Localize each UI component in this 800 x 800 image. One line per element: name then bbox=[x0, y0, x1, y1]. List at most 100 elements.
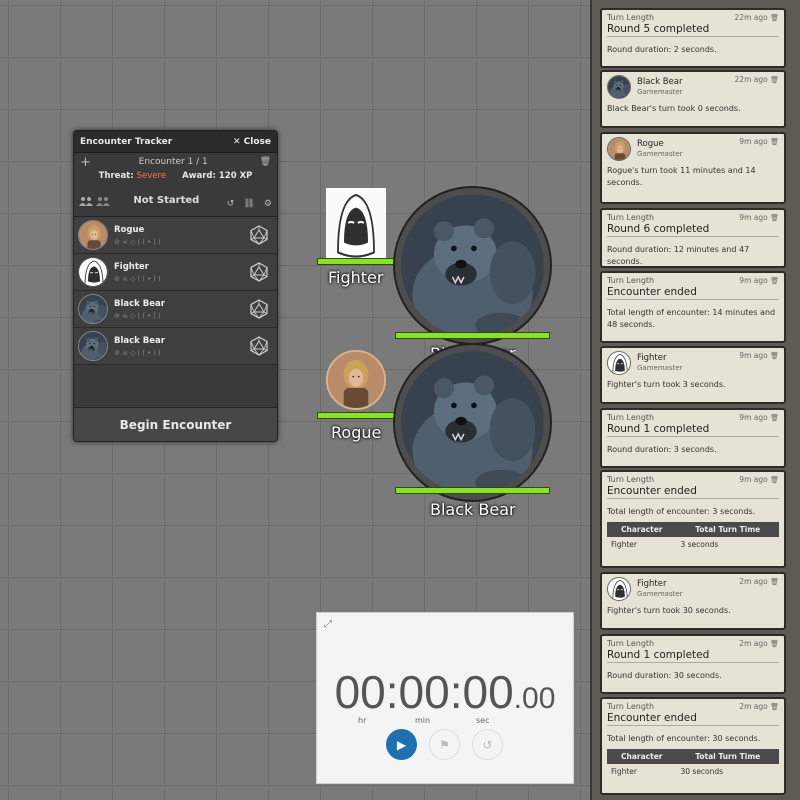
d20-icon[interactable] bbox=[249, 262, 269, 282]
trash-icon[interactable]: 🗑 bbox=[770, 14, 779, 22]
target-icon[interactable]: ◇ bbox=[130, 275, 137, 283]
message-heading: Turn Length bbox=[607, 13, 655, 22]
expand-icon[interactable]: ⤢ bbox=[324, 619, 332, 630]
trash-icon[interactable]: 🗑 bbox=[770, 476, 779, 484]
begin-encounter-button[interactable]: Begin Encounter bbox=[74, 407, 277, 441]
time-separator: : bbox=[385, 666, 399, 718]
table-row: Fighter 30 seconds bbox=[607, 764, 779, 779]
skull-icon[interactable]: ☠ bbox=[122, 238, 130, 246]
combatant-row-black-bear[interactable]: Black Bear ⊘☠◇((•)) bbox=[74, 328, 277, 365]
message-heading: Turn Length bbox=[607, 639, 655, 648]
link-icon[interactable]: ⛓ bbox=[243, 199, 254, 209]
combatant-toggles[interactable]: ⊘☠◇((•)) bbox=[114, 275, 163, 283]
trash-icon[interactable]: 🗑 bbox=[260, 157, 271, 167]
trash-icon[interactable]: 🗑 bbox=[770, 703, 779, 711]
chat-message: Turn Length 2m ago 🗑 Encounter ended Tota… bbox=[600, 697, 786, 795]
trash-icon[interactable]: 🗑 bbox=[770, 76, 779, 84]
table-header: Character bbox=[607, 522, 677, 537]
flag-button[interactable]: ⚑ bbox=[429, 729, 460, 760]
close-icon: ✕ bbox=[232, 136, 241, 147]
turn-time-table: Character Total Turn Time Fighter 3 second… bbox=[607, 522, 779, 552]
message-time: 2m ago bbox=[739, 639, 768, 648]
table-cell: 30 seconds bbox=[680, 767, 724, 776]
combatant-toggles[interactable]: ⊘☠◇((•)) bbox=[114, 312, 165, 320]
chat-message: Turn Length 22m ago 🗑 Round 5 completed R… bbox=[600, 8, 786, 68]
rogue-token-label: Rogue bbox=[331, 423, 382, 442]
table-header: Total Turn Time bbox=[676, 522, 779, 537]
combatant-row-rogue[interactable]: Rogue ⊘☠◇((•)) bbox=[74, 217, 277, 254]
party-icon[interactable] bbox=[79, 196, 110, 206]
message-time: 2m ago bbox=[739, 702, 768, 711]
fighter-token[interactable] bbox=[326, 188, 386, 258]
combatant-row-black-bear[interactable]: Black Bear ⊘☠◇((•)) bbox=[74, 291, 277, 328]
sound-icon[interactable]: ((•)) bbox=[138, 349, 163, 357]
sound-icon[interactable]: ((•)) bbox=[138, 312, 163, 320]
message-body: Total length of encounter: 3 seconds. bbox=[607, 507, 756, 516]
d20-icon[interactable] bbox=[249, 299, 269, 319]
chat-message: Fighter Gamemaster 2m ago 🗑 Fighter's tur… bbox=[600, 572, 786, 630]
tracker-titlebar[interactable]: Encounter Tracker ✕ Close bbox=[74, 131, 277, 153]
skull-icon[interactable]: ☠ bbox=[122, 349, 130, 357]
message-heading: Turn Length bbox=[607, 276, 655, 285]
message-body: Round duration: 12 minutes and 47 second… bbox=[607, 245, 750, 266]
hide-icon[interactable]: ⊘ bbox=[114, 275, 122, 283]
rogue-token[interactable] bbox=[326, 350, 386, 410]
stopwatch-seconds: 00 bbox=[462, 666, 514, 718]
rogue-avatar bbox=[78, 220, 108, 250]
message-time: 9m ago bbox=[739, 276, 768, 285]
combatant-name: Black Bear bbox=[114, 335, 165, 346]
skull-icon[interactable]: ☠ bbox=[122, 275, 130, 283]
hide-icon[interactable]: ⊘ bbox=[114, 312, 122, 320]
trash-icon[interactable]: 🗑 bbox=[770, 578, 779, 586]
black-bear-token[interactable] bbox=[395, 345, 550, 500]
combatant-name: Black Bear bbox=[114, 298, 165, 309]
black-bear-token[interactable] bbox=[395, 188, 550, 343]
message-time: 9m ago bbox=[739, 137, 768, 146]
message-title: Round 1 completed bbox=[607, 649, 779, 663]
trash-icon[interactable]: 🗑 bbox=[770, 640, 779, 648]
d20-icon[interactable] bbox=[249, 336, 269, 356]
reset-button[interactable]: ↺ bbox=[472, 729, 503, 760]
trash-icon[interactable]: 🗑 bbox=[770, 414, 779, 422]
target-icon[interactable]: ◇ bbox=[130, 312, 137, 320]
hide-icon[interactable]: ⊘ bbox=[114, 349, 122, 357]
trash-icon[interactable]: 🗑 bbox=[770, 138, 779, 146]
play-button[interactable]: ▶ bbox=[386, 729, 417, 760]
encounter-label: Encounter 1 / 1 bbox=[138, 157, 208, 167]
undo-icon[interactable]: ↺ bbox=[227, 199, 235, 209]
speaker-role: Gamemaster bbox=[637, 364, 683, 372]
trash-icon[interactable]: 🗑 bbox=[770, 277, 779, 285]
time-separator: : bbox=[449, 666, 463, 718]
combatant-toggles[interactable]: ⊘☠◇((•)) bbox=[114, 238, 163, 246]
seconds-unit-label: sec bbox=[476, 716, 490, 725]
stopwatch-centiseconds: .00 bbox=[513, 682, 556, 715]
trash-icon[interactable]: 🗑 bbox=[770, 214, 779, 222]
d20-icon[interactable] bbox=[249, 225, 269, 245]
chat-message: Black Bear Gamemaster 22m ago 🗑 Black Bea… bbox=[600, 70, 786, 128]
message-time: 9m ago bbox=[739, 413, 768, 422]
sound-icon[interactable]: ((•)) bbox=[138, 275, 163, 283]
tracker-close-button[interactable]: ✕ Close bbox=[233, 137, 271, 147]
rogue-hp-bar bbox=[317, 412, 395, 419]
message-body: Black Bear's turn took 0 seconds. bbox=[607, 104, 741, 113]
gear-icon[interactable]: ⚙ bbox=[264, 199, 272, 209]
stopwatch-minutes: 00 bbox=[398, 666, 450, 718]
combatant-row-fighter[interactable]: Fighter ⊘☠◇((•)) bbox=[74, 254, 277, 291]
target-icon[interactable]: ◇ bbox=[130, 238, 137, 246]
sound-icon[interactable]: ((•)) bbox=[138, 238, 163, 246]
target-icon[interactable]: ◇ bbox=[130, 349, 137, 357]
message-time: 2m ago bbox=[739, 577, 768, 586]
stopwatch-display: 00:00:00.00 bbox=[317, 665, 573, 719]
speaker-name: Rogue bbox=[637, 139, 664, 149]
message-body: Fighter's turn took 30 seconds. bbox=[607, 606, 731, 615]
skull-icon[interactable]: ☠ bbox=[122, 312, 130, 320]
combatant-toggles[interactable]: ⊘☠◇((•)) bbox=[114, 349, 165, 357]
message-time: 9m ago bbox=[739, 475, 768, 484]
message-body: Round duration: 2 seconds. bbox=[607, 45, 717, 54]
chat-log[interactable]: Turn Length 22m ago 🗑 Round 5 completed R… bbox=[590, 0, 800, 800]
hide-icon[interactable]: ⊘ bbox=[114, 238, 122, 246]
trash-icon[interactable]: 🗑 bbox=[770, 352, 779, 360]
message-body: Round duration: 30 seconds. bbox=[607, 671, 722, 680]
plus-icon[interactable]: + bbox=[80, 155, 91, 170]
speaker-name: Fighter bbox=[637, 353, 667, 363]
